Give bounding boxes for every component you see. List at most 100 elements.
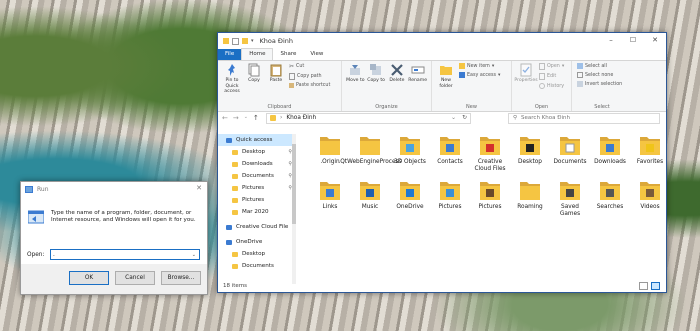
close-button[interactable]: ✕ xyxy=(644,33,666,47)
quick-access-toolbar: ▾ xyxy=(223,37,254,45)
nav-item[interactable]: Documents xyxy=(218,260,296,272)
details-view-icon[interactable] xyxy=(639,282,648,290)
folder-item[interactable]: 3D Objects xyxy=(390,133,430,172)
new-item-label: New item xyxy=(467,63,490,69)
tab-file[interactable]: File xyxy=(218,49,242,60)
ok-button[interactable]: OK xyxy=(69,271,109,285)
nav-item[interactable]: Desktop xyxy=(218,248,296,260)
new-item-button[interactable]: New item ▾ xyxy=(459,63,500,69)
folder-label: Contacts xyxy=(437,159,463,165)
run-program-icon xyxy=(28,210,44,224)
edit-button[interactable]: Edit xyxy=(539,73,564,80)
folder-icon xyxy=(640,182,660,200)
select-none-icon xyxy=(577,72,583,78)
properties-icon[interactable] xyxy=(232,37,239,45)
folder-item[interactable]: Searches xyxy=(590,178,630,217)
folder-label: Pictures xyxy=(438,204,462,210)
folder-item[interactable]: Desktop xyxy=(510,133,550,172)
back-arrow-icon[interactable]: ← xyxy=(222,114,228,122)
folder-item[interactable]: Pictures xyxy=(430,178,470,217)
folder-icon xyxy=(232,161,238,167)
new-item-icon xyxy=(459,63,465,69)
nav-scrollbar[interactable] xyxy=(292,134,296,284)
paste-shortcut-icon xyxy=(289,83,294,88)
nav-item[interactable]: Documents ⚲ xyxy=(218,170,296,182)
folder-item[interactable]: Saved Games xyxy=(550,178,590,217)
paste-icon xyxy=(270,64,282,77)
select-all-button[interactable]: Select all xyxy=(577,63,622,69)
user-folder-icon xyxy=(270,115,276,121)
folder-icon xyxy=(560,137,580,155)
chevron-down-icon[interactable]: ⌄ xyxy=(451,115,456,121)
chevron-down-icon[interactable]: ▾ xyxy=(251,38,254,44)
folder-item[interactable]: Downloads xyxy=(590,133,630,172)
nav-item[interactable]: Pictures xyxy=(218,194,296,206)
folder-icon xyxy=(232,263,238,269)
folder-item[interactable]: Pictures xyxy=(470,178,510,217)
open-input-value: . xyxy=(53,252,55,258)
folder-icon xyxy=(640,137,660,155)
folder-item[interactable]: Links xyxy=(310,178,350,217)
folder-item[interactable]: OneDrive xyxy=(390,178,430,217)
folder-item[interactable]: Creative Cloud Files xyxy=(470,133,510,172)
folder-icon xyxy=(360,182,380,200)
browse-button[interactable]: Browse... xyxy=(161,271,201,285)
easy-access-button[interactable]: Easy access ▾ xyxy=(459,72,500,78)
search-box[interactable]: ⚲ Search Khoa Đinh xyxy=(508,112,660,124)
nav-item-label: Pictures xyxy=(242,185,265,191)
nav-item[interactable]: Creative Cloud File xyxy=(218,221,296,233)
new-folder-icon[interactable] xyxy=(242,38,248,44)
history-button[interactable]: History xyxy=(539,83,564,89)
refresh-icon[interactable]: ↻ xyxy=(462,115,467,121)
nav-item-label: OneDrive xyxy=(236,239,263,245)
folder-item[interactable]: Roaming xyxy=(510,178,550,217)
folder-item[interactable]: Documents xyxy=(550,133,590,172)
nav-item[interactable]: Quick access xyxy=(218,134,296,146)
folder-item[interactable]: Videos xyxy=(630,178,670,217)
edit-label: Edit xyxy=(547,74,557,79)
open-input[interactable]: . ⌄ xyxy=(50,249,200,260)
select-none-button[interactable]: Select none xyxy=(577,72,622,78)
nav-item[interactable]: Mar 2020 xyxy=(218,206,296,218)
properties-icon xyxy=(520,63,532,77)
maximize-button[interactable]: ☐ xyxy=(622,33,644,47)
invert-selection-icon xyxy=(577,81,583,87)
folder-icon xyxy=(600,182,620,200)
chevron-down-icon[interactable]: ⌄ xyxy=(192,250,196,260)
address-bar[interactable]: › Khoa Đinh ⌄ ↻ xyxy=(266,112,471,124)
folder-label: Creative Cloud Files xyxy=(474,159,506,172)
close-icon[interactable]: ✕ xyxy=(196,184,202,192)
copy-path-button[interactable]: Copy path xyxy=(289,73,330,80)
tab-home[interactable]: Home xyxy=(241,48,274,60)
nav-item[interactable]: OneDrive xyxy=(218,236,296,248)
folder-item[interactable]: Contacts xyxy=(430,133,470,172)
folder-item[interactable]: .Origin xyxy=(310,133,350,172)
minimize-button[interactable]: – xyxy=(600,33,622,47)
nav-item[interactable]: Downloads ⚲ xyxy=(218,158,296,170)
folder-item[interactable]: .QtWebEngineProcess xyxy=(338,133,402,172)
nav-item[interactable]: Pictures ⚲ xyxy=(218,182,296,194)
up-arrow-icon[interactable]: ↑ xyxy=(253,114,259,122)
invert-selection-button[interactable]: Invert selection xyxy=(577,81,622,87)
tab-view[interactable]: View xyxy=(303,49,330,60)
folder-icon xyxy=(520,182,540,200)
folder-label: Videos xyxy=(640,204,660,210)
folder-icon xyxy=(400,137,420,155)
folder-item[interactable]: Favorites xyxy=(630,133,670,172)
folder-icon xyxy=(360,137,380,155)
forward-arrow-icon[interactable]: → xyxy=(233,114,239,122)
large-icons-view-icon[interactable] xyxy=(651,282,660,290)
folder-label: OneDrive xyxy=(396,204,424,210)
select-group-label: Select xyxy=(594,104,610,110)
cut-button[interactable]: ✂ Cut xyxy=(289,63,330,70)
cancel-button[interactable]: Cancel xyxy=(115,271,155,285)
nav-item[interactable]: Desktop ⚲ xyxy=(218,146,296,158)
scrollbar-thumb[interactable] xyxy=(292,144,296,224)
run-title-bar: Run xyxy=(21,182,207,196)
tab-share[interactable]: Share xyxy=(273,49,303,60)
folder-item[interactable]: Music xyxy=(350,178,390,217)
paste-shortcut-button[interactable]: Paste shortcut xyxy=(289,83,330,88)
chevron-down-icon[interactable]: ⌄ xyxy=(244,114,248,122)
open-button[interactable]: Open ▾ xyxy=(539,63,564,70)
folder-label: Favorites xyxy=(636,159,664,165)
